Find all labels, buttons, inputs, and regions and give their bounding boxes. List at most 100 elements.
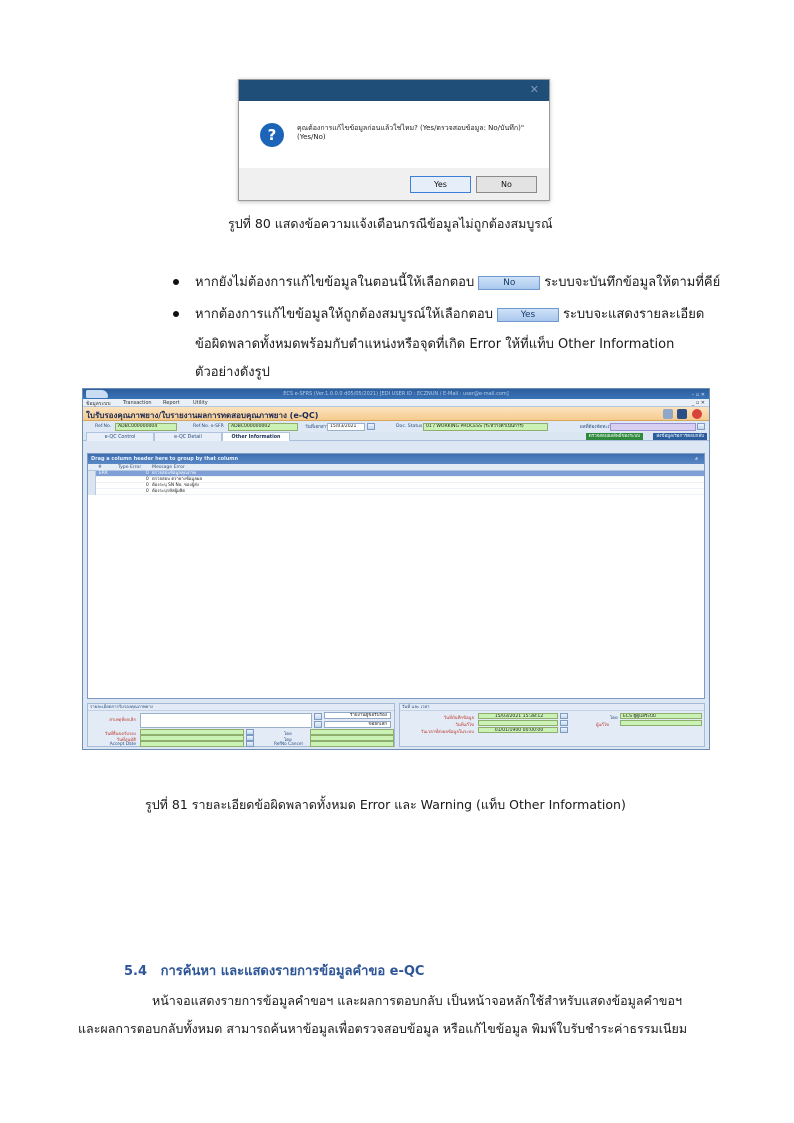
bullet-2-line2: ข้อผิดพลาดทั้งหมดพร้อมกับตำแหน่งหรือจุดท… <box>195 337 675 352</box>
no-button[interactable]: No <box>476 176 537 193</box>
print-request-button[interactable]: รายงานผู้ขอรับรอง <box>324 712 391 719</box>
table-row[interactable]: 0 ต้องระบุรหัสผู้ผลิต <box>88 489 704 495</box>
col-header-type[interactable]: Type Error <box>118 465 141 470</box>
yes-button[interactable]: Yes <box>410 176 471 193</box>
timestamp-panel: วันที่ และ เวลา วันที่บันทึกข้อมูล 15/03… <box>399 703 705 747</box>
check-results-button[interactable]: ตรวจสอบผลลัพธ์ของระบบ <box>585 433 643 440</box>
mdi-controls[interactable]: _ ▫ ✕ <box>692 400 705 406</box>
bottom-panels: รายละเอียดการรับรองคุณภาพยาง สาเหตุที่ยก… <box>87 703 705 747</box>
section-paragraph-line2: และผลการตอบกลับทั้งหมด สามารถค้นหาข้อมูล… <box>78 1021 688 1036</box>
created-date-label: วันที่บันทึกข้อมูล <box>443 716 474 721</box>
ref-sfr-label: Ref.No. e-SFR <box>193 424 224 429</box>
editor-field <box>620 720 702 726</box>
bullet-dot <box>173 279 179 285</box>
accept-date-label: Accept Date <box>109 742 136 747</box>
ref-sfr-field[interactable]: ADBC000000002 <box>228 423 298 431</box>
close-icon[interactable] <box>692 409 702 419</box>
bullet-1-before: หากยังไม่ต้องการแก้ไขข้อมูลในตอนนี้ให้เล… <box>195 275 475 290</box>
scroll-up-icon[interactable] <box>314 713 322 720</box>
timestamp-panel-title: วันที่ และ เวลา <box>400 704 704 711</box>
row-indicator <box>88 489 96 495</box>
tab-eqc-control[interactable]: e-QC Control <box>86 432 154 441</box>
edi-date-label: วันเวลาที่ส่งผลข้อมูลในระบบ <box>420 730 474 735</box>
question-icon: ? <box>260 123 284 147</box>
print-icon[interactable] <box>663 409 673 419</box>
bullet-1-after: ระบบจะบันทึกข้อมูลให้ตามที่คีย์ <box>544 275 721 290</box>
calendar-icon[interactable] <box>367 423 375 430</box>
bullet-2-after: ระบบจะแสดงรายละเอียด <box>562 307 705 322</box>
dialog-titlebar: ✕ <box>239 80 549 101</box>
request-cancel-button[interactable]: ขอยกเลิก <box>324 721 391 728</box>
accept-date-field <box>140 741 244 747</box>
inline-yes-button: Yes <box>496 308 559 322</box>
calendar-icon[interactable] <box>246 741 254 747</box>
app-window-title: ECS e-SFRS (Ver.1.0.0.0 d05/05/2021) [ED… <box>283 391 509 397</box>
certification-panel-title: รายละเอียดการรับรองคุณภาพยาง <box>88 704 394 711</box>
editor-label: ผู้แก้ไข <box>596 723 609 728</box>
row-no: 0 <box>146 489 149 494</box>
menu-item-transaction[interactable]: Transaction <box>123 400 152 406</box>
calendar-icon[interactable] <box>560 720 568 726</box>
created-by-label: โดย <box>610 716 618 721</box>
updated-date-label: วันที่แก้ไข <box>455 723 474 728</box>
edi-date-field: 01/01/1900 00:00:00 <box>478 727 558 733</box>
app-menubar: ข้อมูลระบบ Transaction Report Utility _ … <box>83 399 709 407</box>
dialog-message-line1: คุณต้องการแก้ไขข้อมูลก่อนแล้วใช่ไหม? (Ye… <box>297 124 525 132</box>
dialog-message: คุณต้องการแก้ไขข้อมูลก่อนแล้วใช่ไหม? (Ye… <box>297 124 537 142</box>
tab-eqc-detail[interactable]: e-QC Detail <box>154 432 222 441</box>
ref-row: Ref.No. ADBC000000004 Ref.No. e-SFR ADBC… <box>83 421 709 432</box>
dialog-body: ? คุณต้องการแก้ไขข้อมูลก่อนแล้วใช่ไหม? (… <box>239 101 549 168</box>
figure80-caption: รูปที่ 80 แสดงข้อความแจ้งเตือนกรณีข้อมูล… <box>228 216 553 231</box>
col-header-message[interactable]: Message Error <box>152 465 185 470</box>
scroll-down-icon[interactable] <box>314 721 322 728</box>
doc-date-label: วันที่เอกสาร <box>305 425 329 430</box>
save-icon[interactable] <box>677 409 687 419</box>
doc-date-field[interactable]: 15/03/2021 <box>327 423 365 431</box>
grid-headers: # Type Error Message Error <box>88 464 704 471</box>
bullet-dot <box>173 311 179 317</box>
form-tabs: e-QC Control e-QC Detail Other Informati… <box>83 432 709 441</box>
group-by-hint: Drag a column header here to group by th… <box>91 456 239 462</box>
created-by-field: ECS ผู้ดูแลระบบ <box>620 713 702 719</box>
section-heading: 5.4 การค้นหา และแสดงรายการข้อมูลคำขอ e-Q… <box>124 960 424 981</box>
calendar-icon[interactable] <box>560 727 568 733</box>
dialog-footer: Yes No <box>239 168 549 200</box>
bullet-2: หากต้องการแก้ไขข้อมูลให้ถูกต้องสมบูรณ์ให… <box>195 303 704 324</box>
figure81-caption: รูปที่ 81 รายละเอียดข้อผิดพลาดทั้งหมด Er… <box>145 797 626 812</box>
section-paragraph-line1: หน้าจอแสดงรายการข้อมูลคำขอฯ และผลการตอบก… <box>152 993 682 1008</box>
dialog-message-line2: (Yes/No) <box>297 133 326 141</box>
bullet-2-line3: ตัวอย่างดังรูป <box>195 365 270 380</box>
calendar-icon[interactable] <box>560 713 568 719</box>
error-grid: Drag a column header here to group by th… <box>87 453 705 699</box>
close-icon[interactable]: ✕ <box>530 83 539 96</box>
menu-item-utility[interactable]: Utility <box>193 400 208 406</box>
section-title: การค้นหา และแสดงรายการข้อมูลคำขอ e-QC <box>160 964 425 979</box>
col-header-no[interactable]: # <box>98 465 102 470</box>
app-titlebar: ECS e-SFRS (Ver.1.0.0.0 d05/05/2021) [ED… <box>83 389 709 399</box>
confirm-dialog: ✕ ? คุณต้องการแก้ไขข้อมูลก่อนแล้วใช่ไหม?… <box>238 79 550 201</box>
created-date-field: 15/03/2021 15:38:12 <box>478 713 558 719</box>
ref-no-label: Ref.No. <box>95 424 112 429</box>
certification-panel: รายละเอียดการรับรองคุณภาพยาง สาเหตุที่ยก… <box>87 703 395 747</box>
app-screenshot: ECS e-SFRS (Ver.1.0.0.0 d05/05/2021) [ED… <box>82 388 710 750</box>
tab-other-information[interactable]: Other Information <box>222 432 290 441</box>
doc-status-label: Doc. Status <box>396 424 423 429</box>
group-by-bar[interactable]: Drag a column header here to group by th… <box>88 454 704 464</box>
form-header: ใบรับรองคุณภาพยาง/ใบรายงานผลการทดสอบคุณภ… <box>83 407 709 421</box>
section-number: 5.4 <box>124 964 148 979</box>
refno-cancel-label: RefNo Cancel <box>274 742 303 747</box>
bullet-1: หากยังไม่ต้องการแก้ไขข้อมูลในตอนนี้ให้เล… <box>195 271 720 292</box>
row-message: ต้องระบุรหัสผู้ผลิต <box>152 489 186 494</box>
ref-no-field[interactable]: ADBC000000004 <box>115 423 177 431</box>
search-icon[interactable]: ⌕ <box>695 454 698 464</box>
menu-item-report[interactable]: Report <box>163 400 180 406</box>
cancel-reason-label: สาเหตุที่ยกเลิก <box>109 718 136 723</box>
refno-cancel-field <box>310 741 394 747</box>
doc-status-field: 01 / WORKING PROCESS (ระหว่างดำเนินการ) <box>423 423 548 431</box>
cancel-reason-field[interactable] <box>140 713 312 728</box>
expand-icon[interactable] <box>697 423 705 430</box>
inline-no-button: No <box>478 276 541 290</box>
owner-field[interactable] <box>610 423 696 431</box>
bullet-2-before: หากต้องการแก้ไขข้อมูลให้ถูกต้องสมบูรณ์ให… <box>195 307 493 322</box>
send-data-button[interactable]: ส่งข้อมูล/รอการตอบกลับ <box>653 433 707 440</box>
